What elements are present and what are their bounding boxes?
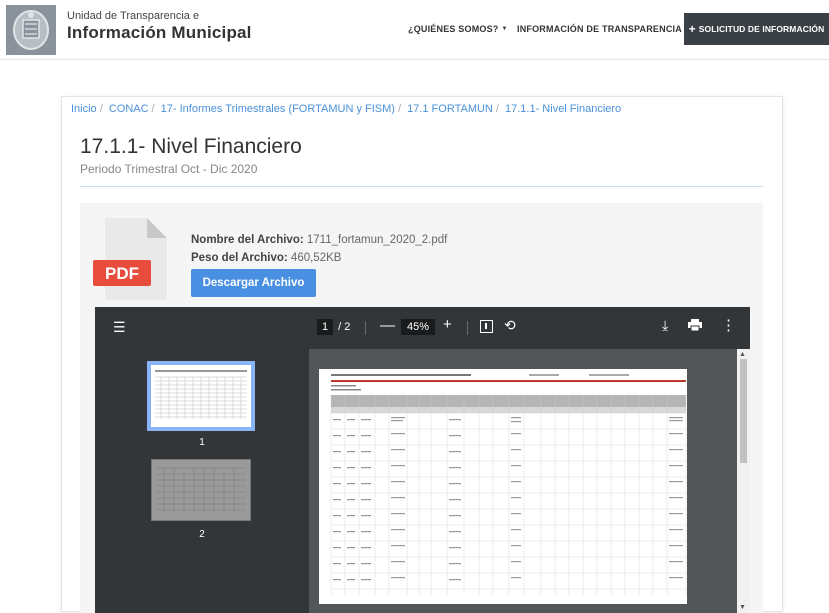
breadcrumb-separator: / <box>151 103 155 115</box>
pdf-toolbar: ☰ 1 / 2 — 45% + ⟲ ⤓ ⋮ <box>95 307 750 349</box>
pdf-icon-label: PDF <box>105 264 139 283</box>
file-size-value: 460,52KB <box>290 252 342 264</box>
cta-label: SOLICITUD DE INFORMACIÓN <box>698 24 825 34</box>
thumbnail-sidebar: 1 2 <box>95 349 309 613</box>
file-name-row: Nombre del Archivo: 1711_fortamun_2020_2… <box>191 231 447 249</box>
page-indicator: 1 / 2 <box>317 319 350 335</box>
breadcrumb-separator: / <box>99 103 103 115</box>
download-icon[interactable]: ⤓ <box>662 317 668 334</box>
file-size-label: Peso del Archivo: <box>191 252 288 264</box>
caret-down-icon: ▼ <box>501 26 508 32</box>
breadcrumb-fortamun[interactable]: 17.1 FORTAMUN <box>407 103 493 115</box>
nav-informacion-transparencia[interactable]: INFORMACIÓN DE TRANSPARENCIA ▼ <box>517 13 691 45</box>
content-card: Inicio / CONAC/ 17- Informes Trimestrales… <box>61 96 783 613</box>
current-page-input[interactable]: 1 <box>317 319 334 335</box>
file-name-value: 1711_fortamun_2020_2.pdf <box>306 234 448 246</box>
nav-quienes-somos[interactable]: ¿QUIÉNES SOMOS? ▼ <box>408 13 508 45</box>
thumbnail-page-2[interactable] <box>151 459 251 521</box>
document-canvas[interactable] <box>309 349 750 613</box>
nav-label: INFORMACIÓN DE TRANSPARENCIA <box>517 24 682 34</box>
scroll-up-icon[interactable]: ▲ <box>739 351 746 358</box>
breadcrumb-conac[interactable]: CONAC <box>109 103 149 115</box>
document-scrollbar[interactable]: ▲ ▼ <box>737 349 750 613</box>
total-pages: / 2 <box>338 321 351 333</box>
toolbar-divider <box>467 321 468 335</box>
municipal-seal-logo[interactable] <box>6 5 56 55</box>
pdf-viewer: ☰ 1 / 2 — 45% + ⟲ ⤓ ⋮ 1 2 ▲ ▼ <box>95 307 750 613</box>
rotate-icon[interactable]: ⟲ <box>504 317 516 334</box>
pdf-file-icon: PDF <box>93 216 169 302</box>
menu-icon[interactable]: ☰ <box>113 319 126 336</box>
breadcrumb: Inicio / CONAC/ 17- Informes Trimestrales… <box>71 103 621 115</box>
nav-label: ¿QUIÉNES SOMOS? <box>408 24 499 34</box>
zoom-in-icon[interactable]: + <box>443 316 452 333</box>
site-brand[interactable]: Unidad de Transparencia e Información Mu… <box>67 10 252 43</box>
print-icon[interactable] <box>688 318 702 332</box>
thumbnail-number: 2 <box>199 529 205 540</box>
top-navbar: Unidad de Transparencia e Información Mu… <box>0 0 829 60</box>
fit-to-page-icon[interactable] <box>480 320 493 333</box>
toolbar-divider <box>365 321 366 335</box>
brand-subtitle: Unidad de Transparencia e <box>67 10 200 22</box>
breadcrumb-separator: / <box>495 103 499 115</box>
page-title: 17.1.1- Nivel Financiero <box>80 135 302 158</box>
zoom-input[interactable]: 45% <box>401 319 436 335</box>
brand-title: Información Municipal <box>67 23 252 42</box>
divider <box>80 186 763 187</box>
plus-icon: + <box>688 22 696 36</box>
breadcrumb-nivel-financiero[interactable]: 17.1.1- Nivel Financiero <box>505 103 621 115</box>
document-page <box>319 369 687 604</box>
file-panel: PDF Nombre del Archivo: 1711_fortamun_20… <box>80 203 763 613</box>
download-file-button[interactable]: Descargar Archivo <box>191 269 316 297</box>
thumbnail-number: 1 <box>199 437 205 448</box>
solicitud-informacion-button[interactable]: + SOLICITUD DE INFORMACIÓN <box>684 13 829 45</box>
scroll-down-icon[interactable]: ▼ <box>739 604 746 611</box>
file-metadata: Nombre del Archivo: 1711_fortamun_2020_2… <box>191 231 447 267</box>
breadcrumb-separator: / <box>397 103 402 115</box>
more-options-icon[interactable]: ⋮ <box>721 316 736 334</box>
breadcrumb-inicio[interactable]: Inicio <box>71 103 97 115</box>
thumbnail-page-1[interactable] <box>147 361 255 431</box>
scrollbar-thumb[interactable] <box>740 359 747 463</box>
zoom-out-icon[interactable]: — <box>380 317 395 334</box>
page-subtitle: Periodo Trimestral Oct - Dic 2020 <box>80 162 258 176</box>
breadcrumb-informes[interactable]: 17- Informes Trimestrales (FORTAMUN y FI… <box>161 103 395 115</box>
file-name-label: Nombre del Archivo: <box>191 234 304 246</box>
file-size-row: Peso del Archivo: 460,52KB <box>191 249 447 267</box>
